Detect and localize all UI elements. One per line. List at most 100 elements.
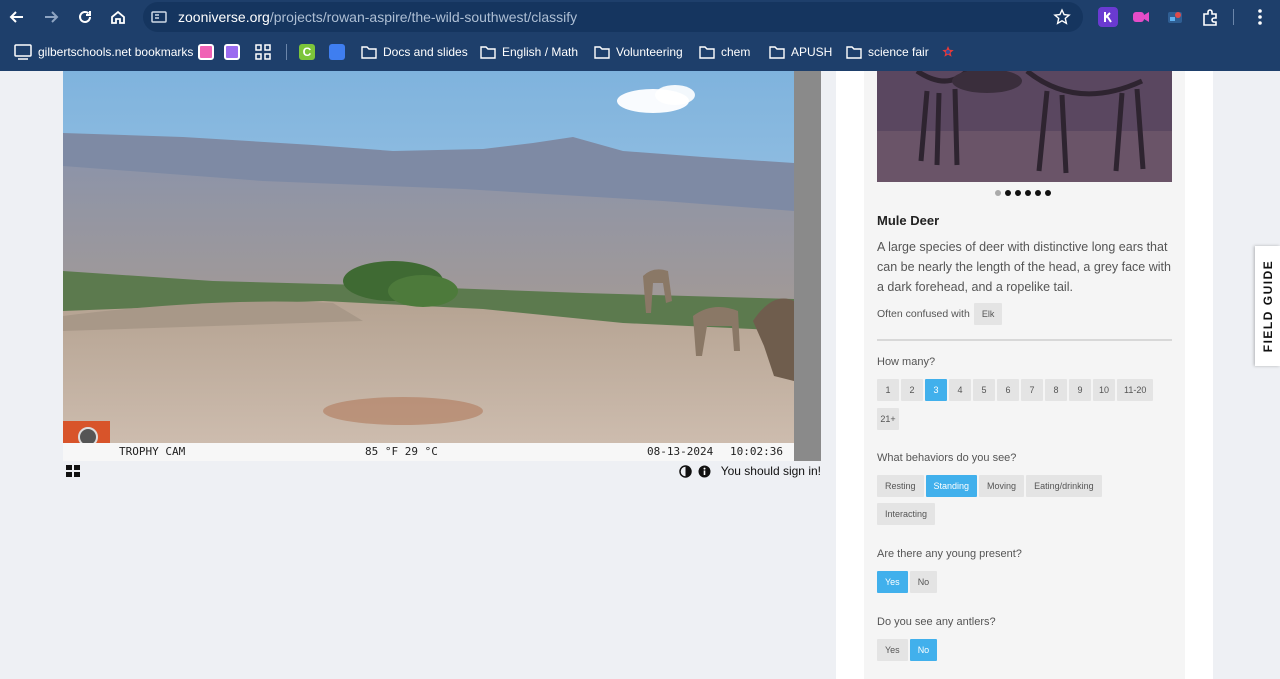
extensions-puzzle-icon[interactable] — [1200, 7, 1220, 27]
bookmark-label: chem — [721, 45, 751, 59]
field-guide-label: FIELD GUIDE — [1261, 259, 1275, 353]
count-option-11-20[interactable]: 11-20 — [1117, 379, 1154, 401]
url-host: zooniverse.org — [178, 9, 270, 25]
pink-tile-icon — [198, 44, 214, 60]
bookmark-star-logo[interactable] — [941, 42, 955, 62]
back-arrow-icon — [9, 11, 23, 23]
count-option-7[interactable]: 7 — [1021, 379, 1043, 401]
reload-button[interactable] — [73, 5, 97, 29]
url-path: /projects/rowan-aspire/the-wild-southwes… — [269, 9, 578, 25]
grid-icon — [255, 44, 271, 60]
subject-tools: You should sign in! — [678, 462, 821, 480]
carousel-dot[interactable] — [1045, 190, 1051, 196]
bookmark-folder-chem[interactable]: chem — [699, 42, 750, 62]
bookmark-gilbertschools[interactable]: gilbertschools.net bookmarks — [14, 42, 193, 62]
count-option-9[interactable]: 9 — [1069, 379, 1091, 401]
how-many-options: 1 2 3 4 5 6 7 8 9 10 11-20 21+ — [877, 379, 1167, 430]
section-divider — [877, 339, 1172, 341]
folder-icon — [699, 46, 715, 59]
bookmark-folder-volunteering[interactable]: Volunteering — [594, 42, 683, 62]
antlers-yes-button[interactable]: Yes — [877, 639, 908, 661]
camera-model: TROPHY CAM — [119, 445, 186, 458]
bookmark-folder-apush[interactable]: APUSH — [769, 42, 832, 62]
count-option-3[interactable]: 3 — [925, 379, 947, 401]
count-option-10[interactable]: 10 — [1093, 379, 1115, 401]
address-bar[interactable]: zooniverse.org/projects/rowan-aspire/the… — [143, 2, 1083, 32]
bookmark-green-c[interactable]: C — [299, 42, 315, 62]
carousel-dot[interactable] — [1025, 190, 1031, 196]
how-many-label: How many? — [877, 356, 936, 368]
folder-icon — [594, 46, 610, 59]
forward-button[interactable] — [39, 5, 63, 29]
browser-menu-icon[interactable] — [1250, 7, 1270, 27]
carousel-dot[interactable] — [1015, 190, 1021, 196]
confused-with-label: Often confused with — [877, 308, 970, 320]
sign-in-message[interactable]: You should sign in! — [721, 464, 821, 478]
camera-time: 10:02:36 — [730, 445, 783, 458]
subject-viewer[interactable]: Bushnell TROPHY CAM 85 °F 29 °C 08-13-20… — [63, 71, 821, 461]
count-option-6[interactable]: 6 — [997, 379, 1019, 401]
bookmark-label: English / Math — [502, 45, 579, 59]
url-text[interactable]: zooniverse.org/projects/rowan-aspire/the… — [178, 9, 577, 25]
folder-icon — [480, 46, 496, 59]
behavior-resting[interactable]: Resting — [877, 475, 924, 497]
extension-screencast-icon[interactable] — [1165, 7, 1185, 27]
young-no-button[interactable]: No — [909, 571, 938, 593]
behavior-interacting[interactable]: Interacting — [877, 503, 936, 525]
layout-grid-icon — [66, 465, 80, 477]
bookmarks-separator — [286, 44, 287, 60]
young-yes-button[interactable]: Yes — [877, 571, 908, 593]
species-example-photo — [877, 71, 1172, 182]
bookmark-label: science fair — [868, 45, 929, 59]
bookmark-label: gilbertschools.net bookmarks — [38, 45, 194, 59]
count-option-4[interactable]: 4 — [949, 379, 971, 401]
count-option-2[interactable]: 2 — [901, 379, 923, 401]
antlers-no-button[interactable]: No — [909, 639, 938, 661]
count-option-1[interactable]: 1 — [877, 379, 899, 401]
young-present-options: Yes No — [877, 571, 938, 593]
camera-trap-photo[interactable] — [63, 71, 794, 461]
layout-toggle[interactable] — [66, 462, 80, 480]
camera-info-strip: TROPHY CAM 85 °F 29 °C 08-13-2024 10:02:… — [63, 443, 794, 461]
folder-icon — [769, 46, 785, 59]
behavior-eating-drinking[interactable]: Eating/drinking — [1026, 475, 1102, 497]
antlers-label: Do you see any antlers? — [877, 616, 996, 628]
bookmark-label: APUSH — [791, 45, 833, 59]
site-info-icon[interactable] — [151, 9, 167, 25]
folder-icon — [846, 46, 862, 59]
bookmark-label: Volunteering — [616, 45, 683, 59]
antlers-options: Yes No — [877, 639, 938, 661]
carousel-dot[interactable] — [1035, 190, 1041, 196]
bookmark-purple-tile[interactable] — [224, 42, 240, 62]
behavior-standing[interactable]: Standing — [925, 475, 978, 497]
count-option-21-plus[interactable]: 21+ — [877, 408, 899, 430]
count-option-8[interactable]: 8 — [1045, 379, 1067, 401]
behavior-moving[interactable]: Moving — [979, 475, 1025, 497]
behaviors-label: What behaviors do you see? — [877, 452, 1017, 464]
purple-tile-icon — [224, 44, 240, 60]
bookmark-apps-grid[interactable] — [255, 42, 271, 62]
toolbar-separator — [1233, 9, 1234, 25]
blue-tile-icon — [329, 44, 345, 60]
back-button[interactable] — [5, 5, 29, 29]
bookmark-blue-tile[interactable] — [329, 42, 345, 62]
task-panel: Mule Deer A large species of deer with d… — [864, 71, 1185, 679]
species-description: A large species of deer with distinctive… — [877, 240, 1171, 294]
bookmark-folder-science-fair[interactable]: science fair — [846, 42, 929, 62]
carousel-dot[interactable] — [1005, 190, 1011, 196]
count-option-5[interactable]: 5 — [973, 379, 995, 401]
bookmark-folder-docs[interactable]: Docs and slides — [361, 42, 468, 62]
info-icon[interactable] — [698, 465, 711, 478]
species-title: Mule Deer — [877, 213, 940, 228]
bookmark-pink-tile[interactable] — [198, 42, 214, 62]
extension-record-icon[interactable] — [1131, 7, 1151, 27]
home-button[interactable] — [106, 5, 130, 29]
invert-colors-icon[interactable] — [678, 464, 692, 478]
confused-species-chip[interactable]: Elk — [973, 303, 1003, 325]
carousel-dot[interactable] — [995, 190, 1001, 196]
bookmark-folder-english-math[interactable]: English / Math — [480, 42, 578, 62]
field-guide-tab[interactable]: FIELD GUIDE — [1255, 246, 1280, 366]
bookmark-star-icon[interactable] — [1053, 8, 1071, 26]
star-logo-icon — [942, 46, 954, 57]
extension-k-icon[interactable] — [1098, 7, 1118, 27]
